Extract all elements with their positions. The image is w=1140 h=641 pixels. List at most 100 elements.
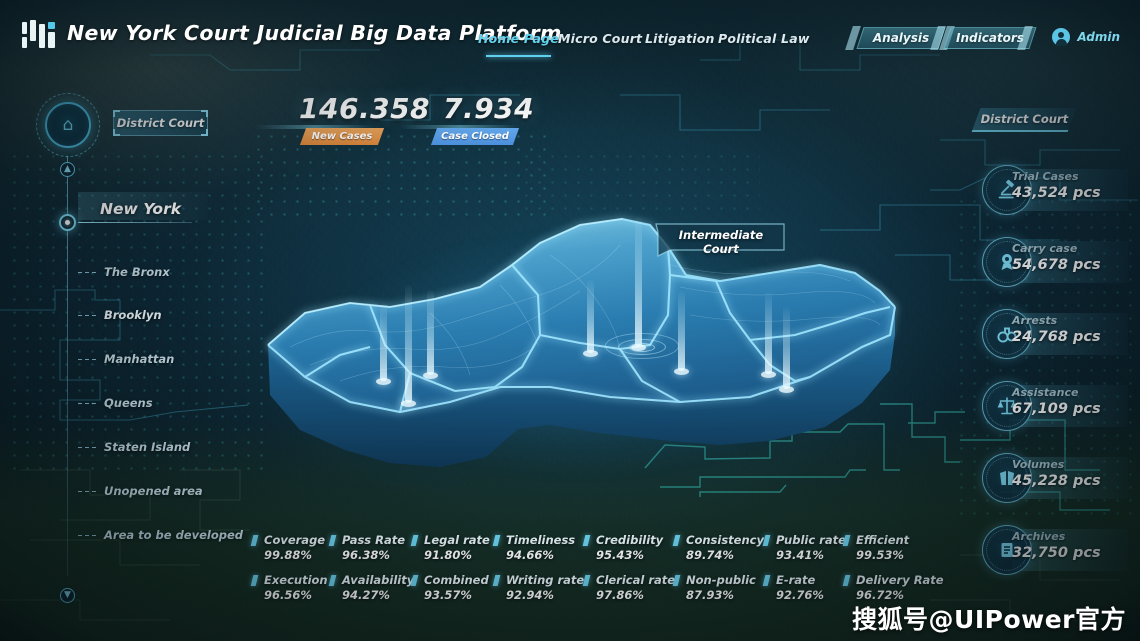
stat-case-closed-value: 7.934 <box>443 92 535 125</box>
metric-value: 92.94% <box>506 588 554 602</box>
stat-card-archives[interactable]: Archives 32,750 pcs <box>982 525 1128 575</box>
metric-value: 95.43% <box>596 548 644 562</box>
metric-marker-icon <box>492 535 501 546</box>
map-data-pillar <box>779 307 794 393</box>
metric-value: 99.88% <box>264 548 312 562</box>
left-district-court-label: District Court <box>116 116 205 130</box>
metric-name: Legal rate <box>424 533 490 547</box>
stat-card-volumes[interactable]: Volumes 45,228 pcs <box>982 453 1128 503</box>
metric-name: Non-public <box>686 573 756 587</box>
metric-value: 93.41% <box>776 548 824 562</box>
user-avatar-icon <box>1052 28 1071 46</box>
map-data-pillar <box>423 290 438 379</box>
metric-name: Writing rate <box>506 573 585 587</box>
metric-value: 89.74% <box>686 548 734 562</box>
metric-name: Clerical rate <box>596 573 676 587</box>
district-label: Area to be developed <box>104 528 244 542</box>
metric-name: Credibility <box>596 533 664 547</box>
metric-marker-icon <box>328 535 337 546</box>
selected-region-label: New York <box>100 200 182 218</box>
home-icon: ⌂ <box>62 115 74 135</box>
user-name: Admin <box>1077 30 1120 44</box>
stat-card-value: 54,678 pcs <box>1012 257 1101 273</box>
map-data-pillar <box>674 291 689 375</box>
stat-card-name: Arrests <box>1012 314 1058 327</box>
nav-political-law[interactable]: Political Law <box>718 31 810 46</box>
map-ripple-inner <box>629 343 655 352</box>
stat-card-value: 43,524 pcs <box>1012 185 1101 201</box>
dash-connector-icon <box>78 315 98 317</box>
metric-name: E-rate <box>776 573 816 587</box>
district-label: Unopened area <box>104 484 203 498</box>
stat-card-carry-case[interactable]: Carry case 54,678 pcs <box>982 237 1128 287</box>
action-analysis-label: Analysis <box>872 31 930 45</box>
metric-marker-icon <box>672 535 681 546</box>
map-data-pillar <box>583 280 598 357</box>
nav-home-page[interactable]: Home Page <box>478 31 559 57</box>
district-label: The Bronx <box>104 265 170 279</box>
right-district-court-label: District Court <box>980 112 1069 126</box>
dash-connector-icon <box>78 535 98 537</box>
stat-card-assistance[interactable]: Assistance 67,109 pcs <box>982 381 1128 431</box>
dashboard-stage: New York Court Judicial Big Data Platfor… <box>0 0 1140 641</box>
nav-micro-court[interactable]: Micro Court <box>558 31 642 46</box>
metric-value: 92.76% <box>776 588 824 602</box>
nav-litigation[interactable]: Litigation <box>645 31 715 46</box>
map-data-pillar <box>401 285 416 407</box>
metric-value: 97.86% <box>596 588 644 602</box>
district-label: Brooklyn <box>104 308 162 322</box>
metric-name: Timeliness <box>506 533 576 547</box>
bars-logo-icon <box>22 20 58 50</box>
district-label: Staten Island <box>104 440 191 454</box>
metric-value: 93.57% <box>424 588 472 602</box>
metric-marker-icon <box>672 575 681 586</box>
metric-marker-icon <box>410 575 419 586</box>
metric-value: 87.93% <box>686 588 734 602</box>
district-label: Queens <box>104 396 153 410</box>
watermark: 搜狐号@UIPower官方 <box>852 605 1126 634</box>
rail-scroll-down-button[interactable]: ▼ <box>60 588 75 603</box>
metrics-grid: Coverage 99.88% Pass Rate 96.38% Legal r… <box>250 533 944 602</box>
stat-card-name: Assistance <box>1012 386 1079 399</box>
district-label: Manhattan <box>104 352 175 366</box>
selected-region-line <box>78 221 192 224</box>
stat-new-cases-badge: New Cases <box>299 128 385 145</box>
metric-marker-icon <box>410 535 419 546</box>
stat-case-closed-label: Case Closed <box>441 131 509 142</box>
stat-card-value: 24,768 pcs <box>1012 329 1101 345</box>
metric-value: 96.56% <box>264 588 312 602</box>
map-data-pillar <box>376 303 391 385</box>
dash-connector-icon <box>78 272 98 274</box>
left-district-court-chip[interactable]: District Court <box>113 110 208 136</box>
rail-scroll-up-button[interactable]: ▲ <box>60 162 75 177</box>
metric-name: Availability <box>342 573 415 587</box>
user-menu[interactable]: Admin <box>1052 28 1120 46</box>
metric-name: Execution <box>264 573 328 587</box>
stat-card-value: 32,750 pcs <box>1012 545 1101 561</box>
metric-marker-icon <box>762 575 771 586</box>
stat-card-arrests[interactable]: Arrests 24,768 pcs <box>982 309 1128 359</box>
stat-card-name: Trial Cases <box>1012 170 1079 183</box>
metric-marker-icon <box>328 575 337 586</box>
metric-name: Efficient <box>856 533 910 547</box>
metric-marker-icon <box>492 575 501 586</box>
metric-marker-icon <box>842 535 851 546</box>
stat-new-cases-value: 146.358 <box>299 92 431 125</box>
map-marker-label: Intermediate Court <box>678 228 764 256</box>
map-visualization[interactable] <box>250 195 910 525</box>
metric-name: Public rate <box>776 533 846 547</box>
stat-card-value: 45,228 pcs <box>1012 473 1101 489</box>
stat-new-cases-label: New Cases <box>311 131 373 142</box>
stat-card-name: Archives <box>1012 530 1066 543</box>
selected-region-node[interactable] <box>59 214 76 231</box>
metric-value: 94.66% <box>506 548 554 562</box>
metric-marker-icon <box>842 575 851 586</box>
stat-card-trial-cases[interactable]: Trial Cases 43,524 pcs <box>982 165 1128 215</box>
metric-marker-icon <box>762 535 771 546</box>
metric-value: 91.80% <box>424 548 472 562</box>
dash-connector-icon <box>78 359 98 361</box>
stat-card-name: Carry case <box>1012 242 1078 255</box>
metric-name: Pass Rate <box>342 533 406 547</box>
metric-name: Consistency <box>686 533 764 547</box>
right-district-court-chip[interactable]: District Court <box>971 108 1077 132</box>
